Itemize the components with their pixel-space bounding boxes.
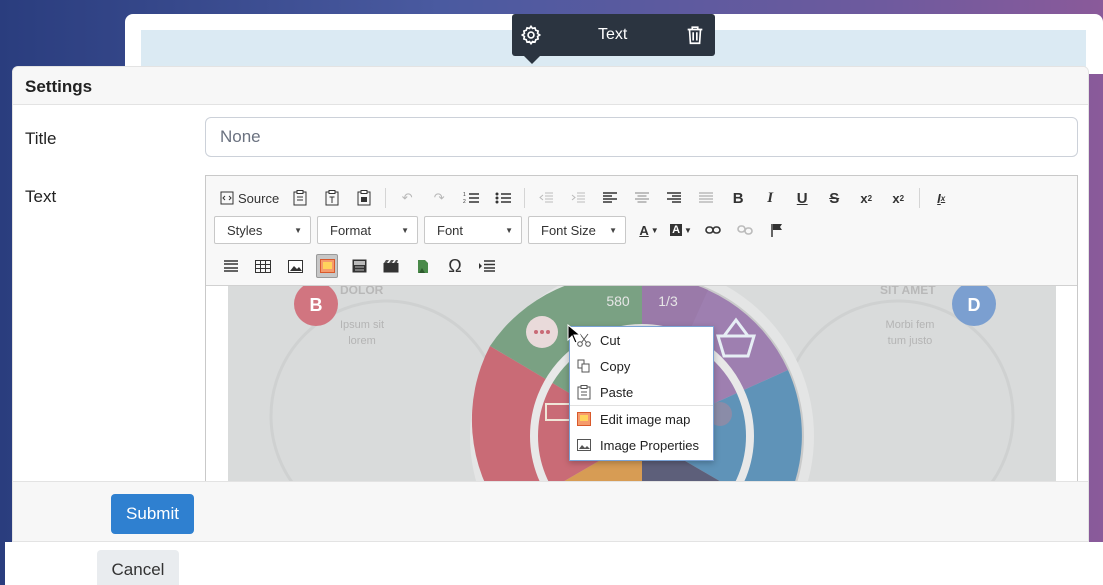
video-icon[interactable] (380, 254, 402, 278)
decrease-indent-icon[interactable] (535, 186, 557, 210)
modal-footer: Submit (13, 481, 1088, 541)
text-field-label: Text (25, 187, 57, 206)
font-size-dropdown[interactable]: Font Size ▼ (528, 216, 626, 244)
indent-block-icon[interactable] (476, 254, 498, 278)
submit-button[interactable]: Submit (111, 494, 194, 534)
toolbar-separator (385, 188, 387, 208)
image-properties-label: Image Properties (600, 437, 699, 453)
bold-icon[interactable]: B (727, 186, 749, 210)
text-color-icon[interactable]: A ▼ (638, 218, 660, 242)
bulleted-list-icon[interactable] (492, 186, 514, 210)
align-left-icon[interactable] (599, 186, 621, 210)
morbi-text: Morbi fem (886, 319, 935, 331)
chevron-down-icon: ▼ (609, 225, 617, 235)
unlink-icon[interactable] (734, 218, 756, 242)
sit-amet-text: SIT AMET (880, 286, 936, 297)
modal-title: Settings (13, 67, 1088, 105)
horizontal-line-icon[interactable] (220, 254, 242, 278)
tum-justo-text: tum justo (888, 335, 933, 347)
font-dropdown[interactable]: Font ▼ (424, 216, 522, 244)
paste-label: Paste (600, 384, 634, 400)
badge-d-text: D (968, 295, 981, 315)
source-label: Source (238, 190, 280, 206)
styles-label: Styles (227, 222, 263, 238)
flash-icon[interactable] (348, 254, 370, 278)
context-menu-copy[interactable]: Copy (570, 353, 713, 379)
paste-text-icon[interactable] (321, 186, 343, 210)
toolbar-separator (524, 188, 526, 208)
font-size-label: Font Size (541, 222, 596, 238)
undo-icon[interactable]: ↶ (396, 186, 418, 210)
paste-icon (576, 384, 592, 400)
increase-indent-icon[interactable] (567, 186, 589, 210)
align-right-icon[interactable] (663, 186, 685, 210)
svg-text:1: 1 (463, 192, 466, 198)
font-label: Font (437, 222, 464, 238)
source-button[interactable]: Source (220, 186, 279, 210)
context-menu-paste[interactable]: Paste (570, 379, 713, 405)
element-floating-toolbar: Text (512, 14, 715, 64)
lorem-text: lorem (348, 335, 376, 347)
styles-dropdown[interactable]: Styles ▼ (214, 216, 311, 244)
trash-icon[interactable] (684, 24, 706, 46)
image-icon[interactable] (284, 254, 306, 278)
align-center-icon[interactable] (631, 186, 653, 210)
context-menu: Cut Copy Paste Edit image map Image Prop… (569, 326, 714, 461)
italic-icon[interactable]: I (759, 186, 781, 210)
format-dropdown[interactable]: Format ▼ (317, 216, 418, 244)
paste-word-icon[interactable] (353, 186, 375, 210)
remove-format-icon[interactable]: Ix (930, 186, 952, 210)
align-justify-icon[interactable] (695, 186, 717, 210)
editor-toolbar: Source ↶ ↷ 12 B I U S x 2 x 2 I x Styles… (206, 176, 1077, 286)
special-character-icon[interactable]: Ω (444, 254, 466, 278)
link-icon[interactable] (702, 218, 724, 242)
context-menu-cut[interactable]: Cut (570, 327, 713, 353)
toolbar-separator (919, 188, 921, 208)
document-map-icon[interactable] (412, 254, 434, 278)
settings-modal: Settings Title None Text Source ↶ ↷ 12 B… (12, 66, 1089, 542)
context-menu-edit-image-map[interactable]: Edit image map (570, 406, 713, 432)
copy-label: Copy (600, 358, 631, 374)
underline-icon[interactable]: U (791, 186, 813, 210)
stat-580-text: 580 (606, 293, 630, 309)
image-map-icon[interactable] (316, 254, 338, 278)
ipsum-text: Ipsum sit (340, 319, 384, 331)
format-label: Format (330, 222, 372, 238)
numbered-list-icon[interactable]: 12 (460, 186, 482, 210)
mouse-cursor-icon (567, 324, 581, 344)
dolor-text: DOLOR (340, 286, 384, 297)
gear-icon[interactable] (520, 24, 542, 46)
image-map-icon (576, 411, 592, 427)
chevron-down-icon: ▼ (505, 225, 513, 235)
cancel-button[interactable]: Cancel (97, 550, 179, 585)
edit-image-map-label: Edit image map (600, 411, 691, 427)
context-menu-image-properties[interactable]: Image Properties (570, 432, 713, 458)
title-field-label: Title (25, 129, 57, 148)
strikethrough-icon[interactable]: S (823, 186, 845, 210)
stat-1-3-text: 1/3 (658, 293, 678, 309)
anchor-flag-icon[interactable] (766, 218, 788, 242)
paste-icon[interactable] (289, 186, 311, 210)
chevron-down-icon: ▼ (294, 225, 302, 235)
title-input[interactable]: None (205, 117, 1078, 157)
chevron-down-icon: ▼ (401, 225, 409, 235)
redo-icon[interactable]: ↷ (428, 186, 450, 210)
image-icon (576, 437, 592, 453)
title-input-value: None (220, 127, 261, 146)
table-icon[interactable] (252, 254, 274, 278)
subscript-icon[interactable]: x2 (855, 186, 877, 210)
badge-b-text: B (310, 295, 323, 315)
copy-icon (576, 358, 592, 374)
background-color-icon[interactable]: A ▼ (670, 218, 692, 242)
element-type-label: Text (598, 26, 628, 43)
cut-label: Cut (600, 332, 621, 348)
superscript-icon[interactable]: x2 (887, 186, 909, 210)
svg-text:2: 2 (463, 199, 466, 205)
